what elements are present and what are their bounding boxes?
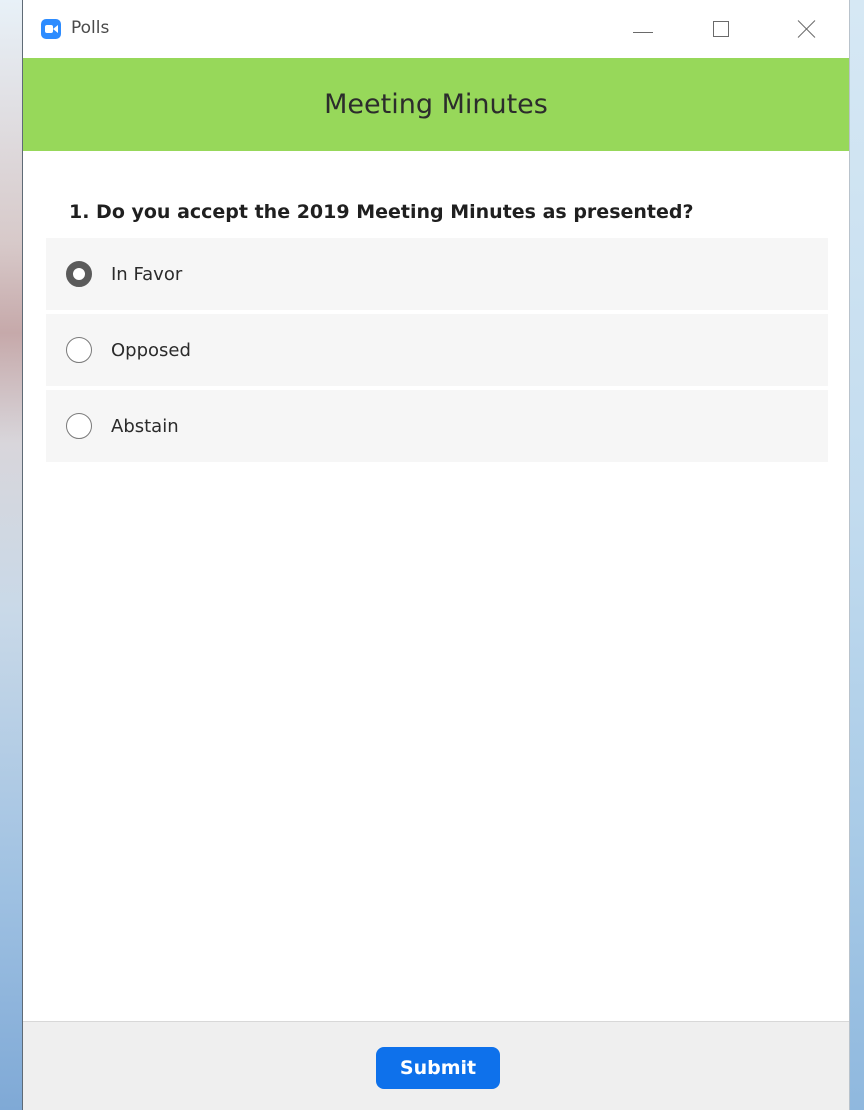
close-button[interactable] bbox=[785, 10, 829, 48]
submit-button[interactable]: Submit bbox=[376, 1047, 500, 1089]
window-title: Polls bbox=[71, 18, 110, 38]
option-opposed[interactable]: Opposed bbox=[46, 314, 828, 386]
radio-selected-icon[interactable] bbox=[66, 261, 92, 287]
option-label: Abstain bbox=[111, 415, 179, 437]
minimize-button[interactable] bbox=[621, 10, 665, 48]
option-label: In Favor bbox=[111, 263, 183, 285]
radio-unselected-icon[interactable] bbox=[66, 337, 92, 363]
radio-unselected-icon[interactable] bbox=[66, 413, 92, 439]
polls-window: Polls Meeting Minutes 1. Do you accept t… bbox=[22, 0, 850, 1110]
poll-options: In Favor Opposed Abstain bbox=[46, 238, 828, 466]
option-label: Opposed bbox=[111, 339, 191, 361]
zoom-camera-icon bbox=[41, 19, 61, 39]
title-bar[interactable]: Polls bbox=[23, 0, 849, 58]
maximize-icon bbox=[713, 21, 729, 37]
option-in-favor[interactable]: In Favor bbox=[46, 238, 828, 310]
option-abstain[interactable]: Abstain bbox=[46, 390, 828, 462]
poll-footer: Submit bbox=[23, 1021, 849, 1110]
poll-body: 1. Do you accept the 2019 Meeting Minute… bbox=[23, 151, 849, 1021]
close-icon bbox=[797, 19, 817, 39]
minimize-icon bbox=[633, 31, 653, 33]
poll-title: Meeting Minutes bbox=[23, 58, 849, 151]
maximize-button[interactable] bbox=[699, 10, 743, 48]
poll-question: 1. Do you accept the 2019 Meeting Minute… bbox=[69, 201, 694, 223]
desktop-background bbox=[0, 0, 22, 1110]
